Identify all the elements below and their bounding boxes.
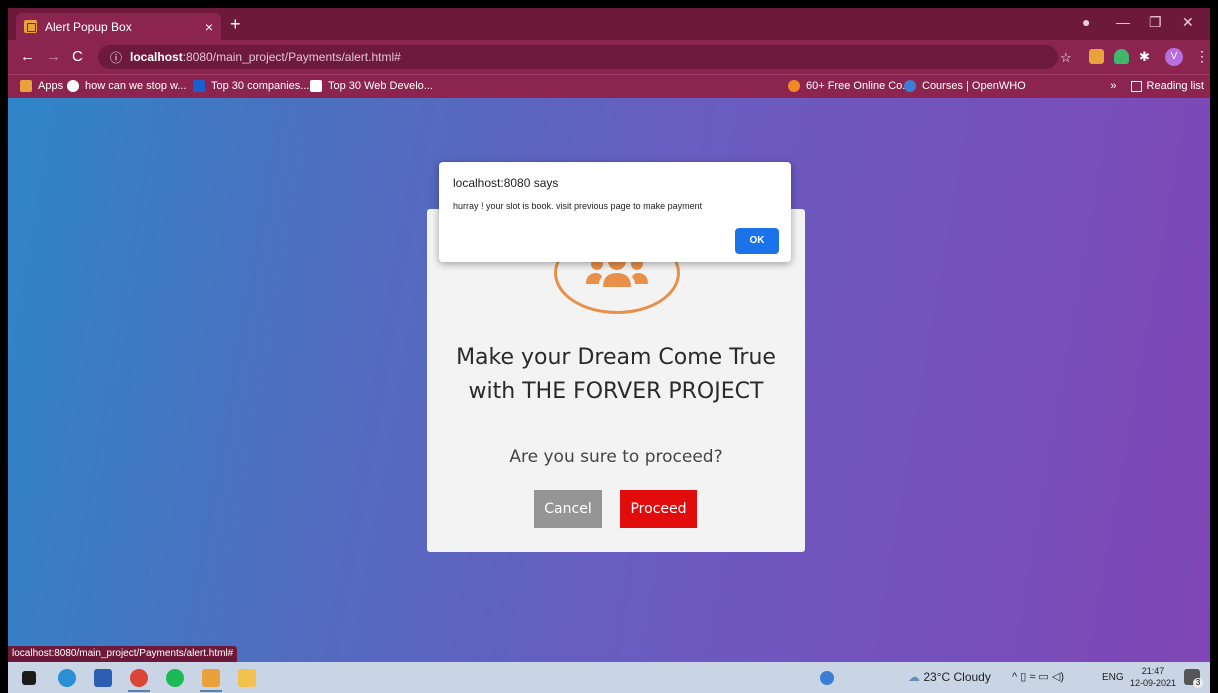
site-icon: [310, 80, 322, 92]
profile-avatar[interactable]: V: [1165, 48, 1183, 66]
site-icon: [788, 80, 800, 92]
who-icon: [904, 80, 916, 92]
bookmark-top-30-web[interactable]: Top 30 Web Develo...: [310, 80, 433, 92]
forward-arrow-icon[interactable]: →: [46, 48, 61, 65]
reading-list-label: Reading list: [1146, 80, 1204, 92]
reload-icon[interactable]: C: [72, 48, 83, 65]
tray-icons[interactable]: ^ ▯ ≈ ▭ ◁): [1012, 670, 1064, 683]
bookmark-label: Top 30 companies...: [211, 80, 310, 92]
google-icon: [67, 80, 79, 92]
active-app-indicator: [128, 690, 150, 692]
minimize-button[interactable]: —: [1116, 14, 1130, 30]
bookmark-apps[interactable]: Apps: [20, 80, 63, 92]
windows-start-icon[interactable]: [22, 671, 36, 685]
bookmark-label: Apps: [38, 80, 64, 92]
chrome-icon[interactable]: [130, 669, 148, 687]
confirm-heading: Make your Dream Come True with THE FORVE…: [456, 345, 776, 404]
bookmark-label: Top 30 Web Develo...: [328, 80, 433, 92]
bookmarks-bar: Apps how can we stop w... Top 30 compani…: [8, 74, 1210, 98]
alert-ok-button[interactable]: OK: [735, 228, 779, 254]
bookmark-top-30-companies[interactable]: Top 30 companies...: [193, 80, 309, 92]
address-bar[interactable]: ⓘ localhost :8080/main_project/Payments/…: [98, 45, 1058, 69]
new-tab-button[interactable]: +: [230, 14, 241, 34]
shield-extension-icon[interactable]: [1114, 49, 1129, 64]
edge-icon[interactable]: [58, 669, 76, 687]
xampp-icon[interactable]: [202, 669, 220, 687]
alert-title: localhost:8080 says: [453, 176, 559, 190]
browser-toolbar: ← → C ⓘ localhost :8080/main_project/Pay…: [8, 40, 1210, 74]
tab-close-icon[interactable]: ×: [205, 19, 213, 35]
tray-app-icon[interactable]: [820, 671, 834, 685]
browser-window: Alert Popup Box × + ● — ❐ ✕ ← → C ⓘ loca…: [8, 8, 1210, 693]
apps-grid-icon: [20, 80, 32, 92]
reading-list[interactable]: » Reading list: [1110, 80, 1204, 92]
menu-kebab-icon[interactable]: ⋮: [1195, 48, 1209, 65]
bookmarks-more-icon[interactable]: »: [1110, 80, 1116, 92]
system-clock[interactable]: 21:47 12-09-2021: [1130, 665, 1176, 689]
url-host: localhost: [130, 50, 183, 64]
notifications-icon[interactable]: 3: [1184, 669, 1203, 688]
weather-widget[interactable]: ☁ 23°C Cloudy: [908, 670, 991, 684]
clock-time: 21:47: [1141, 666, 1165, 676]
close-window-button[interactable]: ✕: [1182, 14, 1194, 31]
bookmark-openwho[interactable]: Courses | OpenWHO: [904, 80, 1026, 92]
alert-message: hurray ! your slot is book. visit previo…: [453, 201, 703, 211]
bookmark-label: how can we stop w...: [85, 80, 187, 92]
url-path: :8080/main_project/Payments/alert.html#: [182, 50, 401, 64]
tab-favicon-icon: [24, 20, 37, 33]
puzzle-extensions-icon[interactable]: ✱: [1139, 49, 1154, 64]
bookmark-label: 60+ Free Online Co...: [806, 80, 912, 92]
extension-icon[interactable]: [1089, 49, 1104, 64]
site-info-icon[interactable]: ⓘ: [110, 49, 122, 66]
js-alert-dialog: localhost:8080 says hurray ! your slot i…: [439, 162, 791, 262]
tab-strip: Alert Popup Box × + ● — ❐ ✕: [8, 8, 1210, 40]
cloud-icon: ☁: [908, 670, 920, 684]
bookmark-free-online[interactable]: 60+ Free Online Co...: [788, 80, 911, 92]
word-icon[interactable]: [94, 669, 112, 687]
confirm-subtext: Are you sure to proceed?: [509, 447, 723, 467]
bookmark-how-can-we[interactable]: how can we stop w...: [67, 80, 187, 92]
maximize-button[interactable]: ❐: [1149, 14, 1162, 31]
bookmark-star-icon[interactable]: ☆: [1060, 50, 1072, 66]
file-explorer-icon[interactable]: [238, 669, 256, 687]
bookmark-label: Courses | OpenWHO: [922, 80, 1026, 92]
tab-title: Alert Popup Box: [45, 19, 132, 34]
notification-count: 3: [1193, 678, 1203, 688]
proceed-button[interactable]: Proceed: [620, 490, 697, 528]
weather-text: 23°C Cloudy: [923, 670, 991, 684]
back-arrow-icon[interactable]: ←: [20, 48, 35, 65]
cancel-button[interactable]: Cancel: [534, 490, 602, 528]
language-indicator[interactable]: ENG: [1102, 672, 1124, 683]
spotify-icon[interactable]: [166, 669, 184, 687]
windows-taskbar: ☁ 23°C Cloudy ^ ▯ ≈ ▭ ◁) ENG 21:47 12-09…: [8, 662, 1210, 693]
reading-list-icon: [1130, 80, 1142, 92]
page-background: Make your Dream Come True with THE FORVE…: [8, 98, 1210, 662]
clock-date: 12-09-2021: [1130, 678, 1177, 688]
status-url-bubble: localhost:8080/main_project/Payments/ale…: [8, 646, 238, 662]
active-app-indicator: [200, 690, 222, 692]
tab-alert-popup[interactable]: Alert Popup Box ×: [16, 13, 221, 40]
extension-status-icon[interactable]: ●: [1082, 14, 1090, 30]
d-icon: [193, 80, 205, 92]
